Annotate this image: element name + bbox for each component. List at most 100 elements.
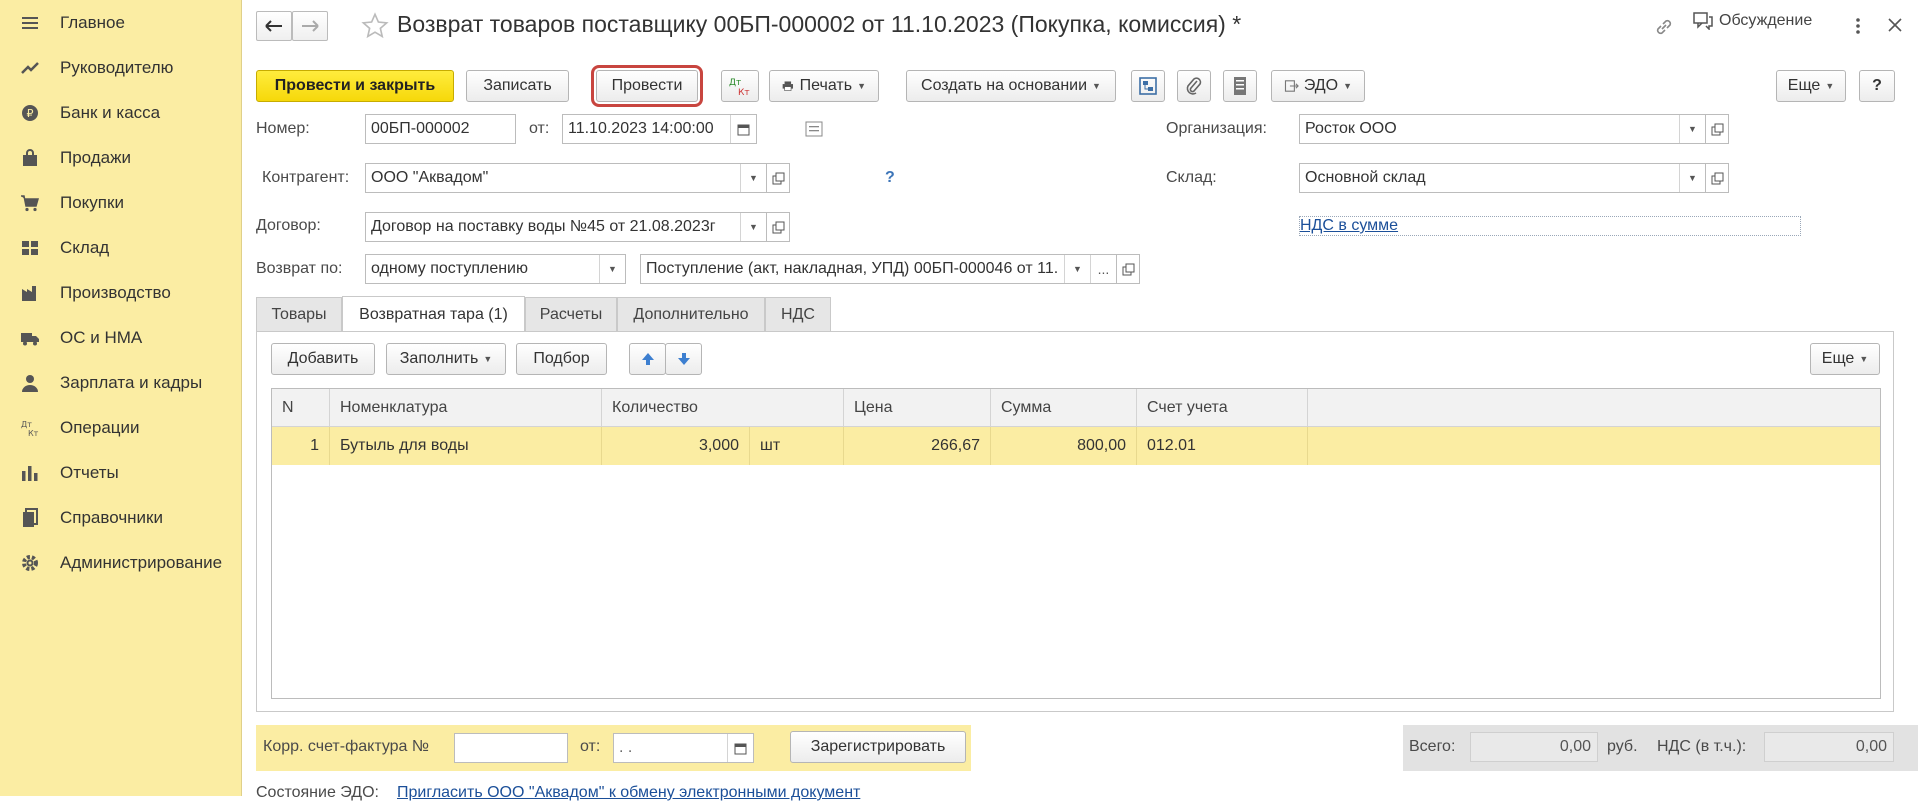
tab-additional[interactable]: Дополнительно [617, 297, 765, 331]
column-header-sum[interactable]: Сумма [991, 389, 1137, 427]
cell-price[interactable]: 266,67 [844, 427, 991, 465]
post-and-close-button[interactable]: Провести и закрыть [256, 70, 454, 102]
chevron-down-icon[interactable]: ▼ [1064, 255, 1090, 283]
close-icon[interactable] [1886, 16, 1906, 36]
fill-button[interactable]: Заполнить ▼ [386, 343, 506, 375]
discussion-button[interactable]: Обсуждение [1693, 12, 1812, 30]
date-field[interactable]: 11.10.2023 14:00:00 [562, 114, 757, 144]
receipt-document-field[interactable]: Поступление (акт, накладная, УПД) 00БП-0… [640, 254, 1117, 284]
person-icon [20, 373, 40, 393]
sidebar-item-purchases[interactable]: Покупки [0, 183, 242, 223]
tab-settlements[interactable]: Расчеты [525, 297, 617, 331]
dt-kt-button[interactable]: Дт Кт [721, 70, 759, 102]
vat-mode-link[interactable]: НДС в сумме [1300, 217, 1398, 235]
chevron-down-icon[interactable]: ▼ [599, 255, 625, 283]
column-header-account[interactable]: Счет учета [1137, 389, 1308, 427]
create-based-on-button[interactable]: Создать на основании ▼ [906, 70, 1116, 102]
document-structure-icon [1139, 77, 1157, 95]
fill-label: Заполнить [399, 350, 479, 367]
back-button[interactable] [256, 11, 292, 41]
sidebar-item-reports[interactable]: Отчеты [0, 453, 242, 493]
column-header-item[interactable]: Номенклатура [330, 389, 602, 427]
return-by-label: Возврат по: [256, 260, 343, 277]
sidebar-item-fixed-assets[interactable]: ОС и НМА [0, 318, 242, 358]
structure-button[interactable] [1131, 70, 1165, 102]
more-button[interactable]: Еще ▼ [1776, 70, 1846, 102]
column-header-price[interactable]: Цена [844, 389, 991, 427]
sidebar-item-main[interactable]: Главное [0, 3, 242, 43]
factory-icon [20, 283, 40, 303]
edo-button[interactable]: ЭДО ▼ [1271, 70, 1365, 102]
open-counterparty-button[interactable] [766, 163, 790, 193]
move-down-button[interactable] [665, 343, 702, 375]
contract-field[interactable]: Договор на поставку воды №45 от 21.08.20… [365, 212, 767, 242]
sidebar-item-references[interactable]: Справочники [0, 498, 242, 538]
attach-button[interactable] [1177, 70, 1211, 102]
sidebar-item-label: Склад [60, 238, 110, 257]
print-button[interactable]: Печать ▼ [769, 70, 879, 102]
chevron-down-icon[interactable]: ▼ [740, 164, 766, 192]
edo-invite-link[interactable]: Пригласить ООО "Аквадом" к обмену электр… [397, 784, 860, 802]
cell-account[interactable]: 012.01 [1137, 427, 1308, 465]
corr-invoice-date-field[interactable]: . . [613, 733, 754, 763]
post-button[interactable]: Провести [591, 65, 703, 107]
cell-filler [1308, 427, 1880, 465]
number-field[interactable]: 00БП-000002 [365, 114, 516, 144]
counterparty-help-icon[interactable]: ? [885, 169, 895, 187]
chevron-down-icon[interactable]: ▼ [740, 213, 766, 241]
return-by-select[interactable]: одному поступлению ▼ [365, 254, 626, 284]
sidebar-item-warehouse[interactable]: Склад [0, 228, 242, 268]
column-header-quantity[interactable]: Количество [602, 389, 844, 427]
cell-n[interactable]: 1 [272, 427, 330, 465]
tab-vat[interactable]: НДС [765, 297, 831, 331]
move-up-button[interactable] [629, 343, 666, 375]
forward-button[interactable] [292, 11, 328, 41]
tab-returnable-containers[interactable]: Возвратная тара (1) [342, 296, 525, 332]
favorite-star-icon[interactable] [361, 12, 389, 40]
cell-quantity[interactable]: 3,000 [602, 427, 750, 465]
sidebar-item-production[interactable]: Производство [0, 273, 242, 313]
chevron-down-icon[interactable]: ▼ [1679, 115, 1705, 143]
sidebar-item-label: Производство [60, 283, 171, 302]
comment-note-icon[interactable] [805, 121, 823, 137]
calendar-icon[interactable] [727, 734, 753, 762]
open-receipt-button[interactable] [1116, 254, 1140, 284]
link-icon[interactable] [1653, 16, 1675, 38]
counterparty-field[interactable]: ООО "Аквадом" ▼ [365, 163, 767, 193]
warehouse-field[interactable]: Основной склад ▼ [1299, 163, 1706, 193]
save-button[interactable]: Записать [466, 70, 569, 102]
corr-invoice-number-field[interactable] [454, 733, 568, 763]
register-button[interactable]: Зарегистрировать [790, 731, 966, 763]
kebab-menu-icon[interactable] [1853, 16, 1863, 36]
edo-label: ЭДО [1303, 77, 1339, 94]
open-warehouse-button[interactable] [1705, 163, 1729, 193]
open-contract-button[interactable] [766, 212, 790, 242]
select-ellipsis-button[interactable]: ... [1090, 255, 1116, 283]
tab-goods[interactable]: Товары [256, 297, 342, 331]
shopping-bag-icon [20, 148, 40, 168]
sidebar-item-administration[interactable]: Администрирование [0, 543, 242, 583]
open-external-icon [772, 172, 784, 184]
chevron-down-icon[interactable]: ▼ [1679, 164, 1705, 192]
sidebar-item-operations[interactable]: Дт Кт Операции [0, 408, 242, 448]
calendar-icon[interactable] [730, 115, 756, 143]
cell-sum[interactable]: 800,00 [991, 427, 1137, 465]
table-more-button[interactable]: Еще ▼ [1810, 343, 1880, 375]
cell-item[interactable]: Бутыль для воды [330, 427, 602, 465]
sidebar-item-manager[interactable]: Руководителю [0, 48, 242, 88]
sidebar: Главное Руководителю ₽ Банк и касса Прод… [0, 0, 242, 796]
trend-icon [20, 58, 40, 78]
sidebar-item-sales[interactable]: Продажи [0, 138, 242, 178]
help-button[interactable]: ? [1859, 70, 1895, 102]
organization-field[interactable]: Росток ООО ▼ [1299, 114, 1706, 144]
cell-unit[interactable]: шт [750, 427, 844, 465]
sidebar-item-bank[interactable]: ₽ Банк и касса [0, 93, 242, 133]
open-organization-button[interactable] [1705, 114, 1729, 144]
sidebar-item-salary[interactable]: Зарплата и кадры [0, 363, 242, 403]
report-button[interactable] [1223, 70, 1257, 102]
truck-icon [20, 328, 40, 348]
column-header-n[interactable]: N [272, 389, 330, 427]
add-row-button[interactable]: Добавить [271, 343, 375, 375]
selection-button[interactable]: Подбор [516, 343, 607, 375]
corr-invoice-label: Корр. счет-фактура № [263, 738, 430, 755]
